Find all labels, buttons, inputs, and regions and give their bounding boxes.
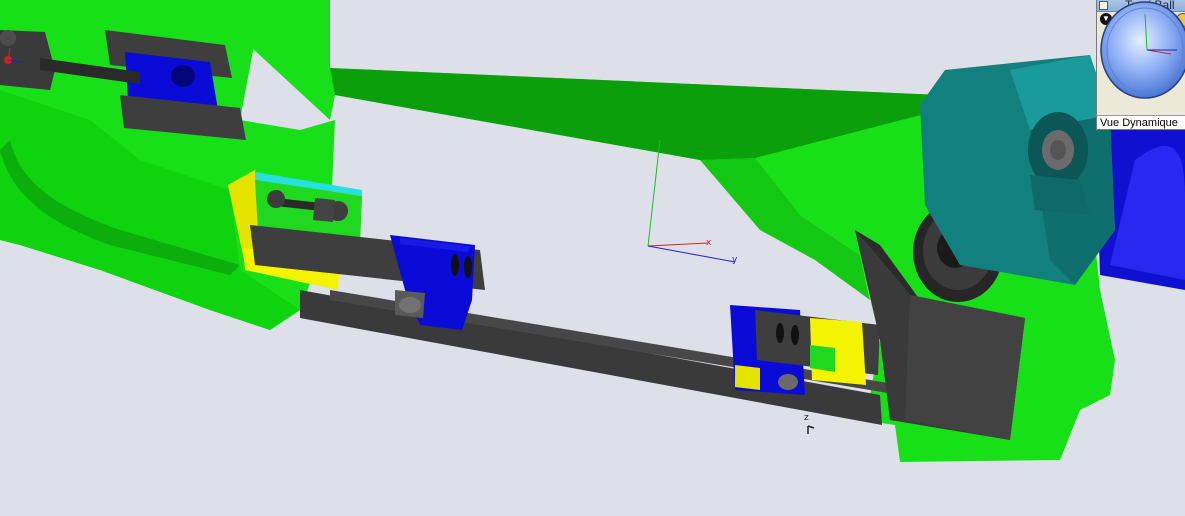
view-mode-label[interactable]: Vue Dynamique: [1097, 115, 1185, 129]
cad-model[interactable]: x y z: [0, 0, 1185, 516]
y-axis-label: y: [732, 255, 738, 265]
small-triad-label: z: [804, 413, 809, 423]
x-axis-label: x: [706, 238, 712, 248]
trackball-panel[interactable]: TrackBall ▼ Vue Dynamique: [1096, 0, 1185, 130]
3d-viewport[interactable]: x y z TrackBall ▼: [0, 0, 1185, 516]
trackball-sphere[interactable]: [1097, 0, 1185, 100]
small-triad: z: [804, 413, 815, 434]
